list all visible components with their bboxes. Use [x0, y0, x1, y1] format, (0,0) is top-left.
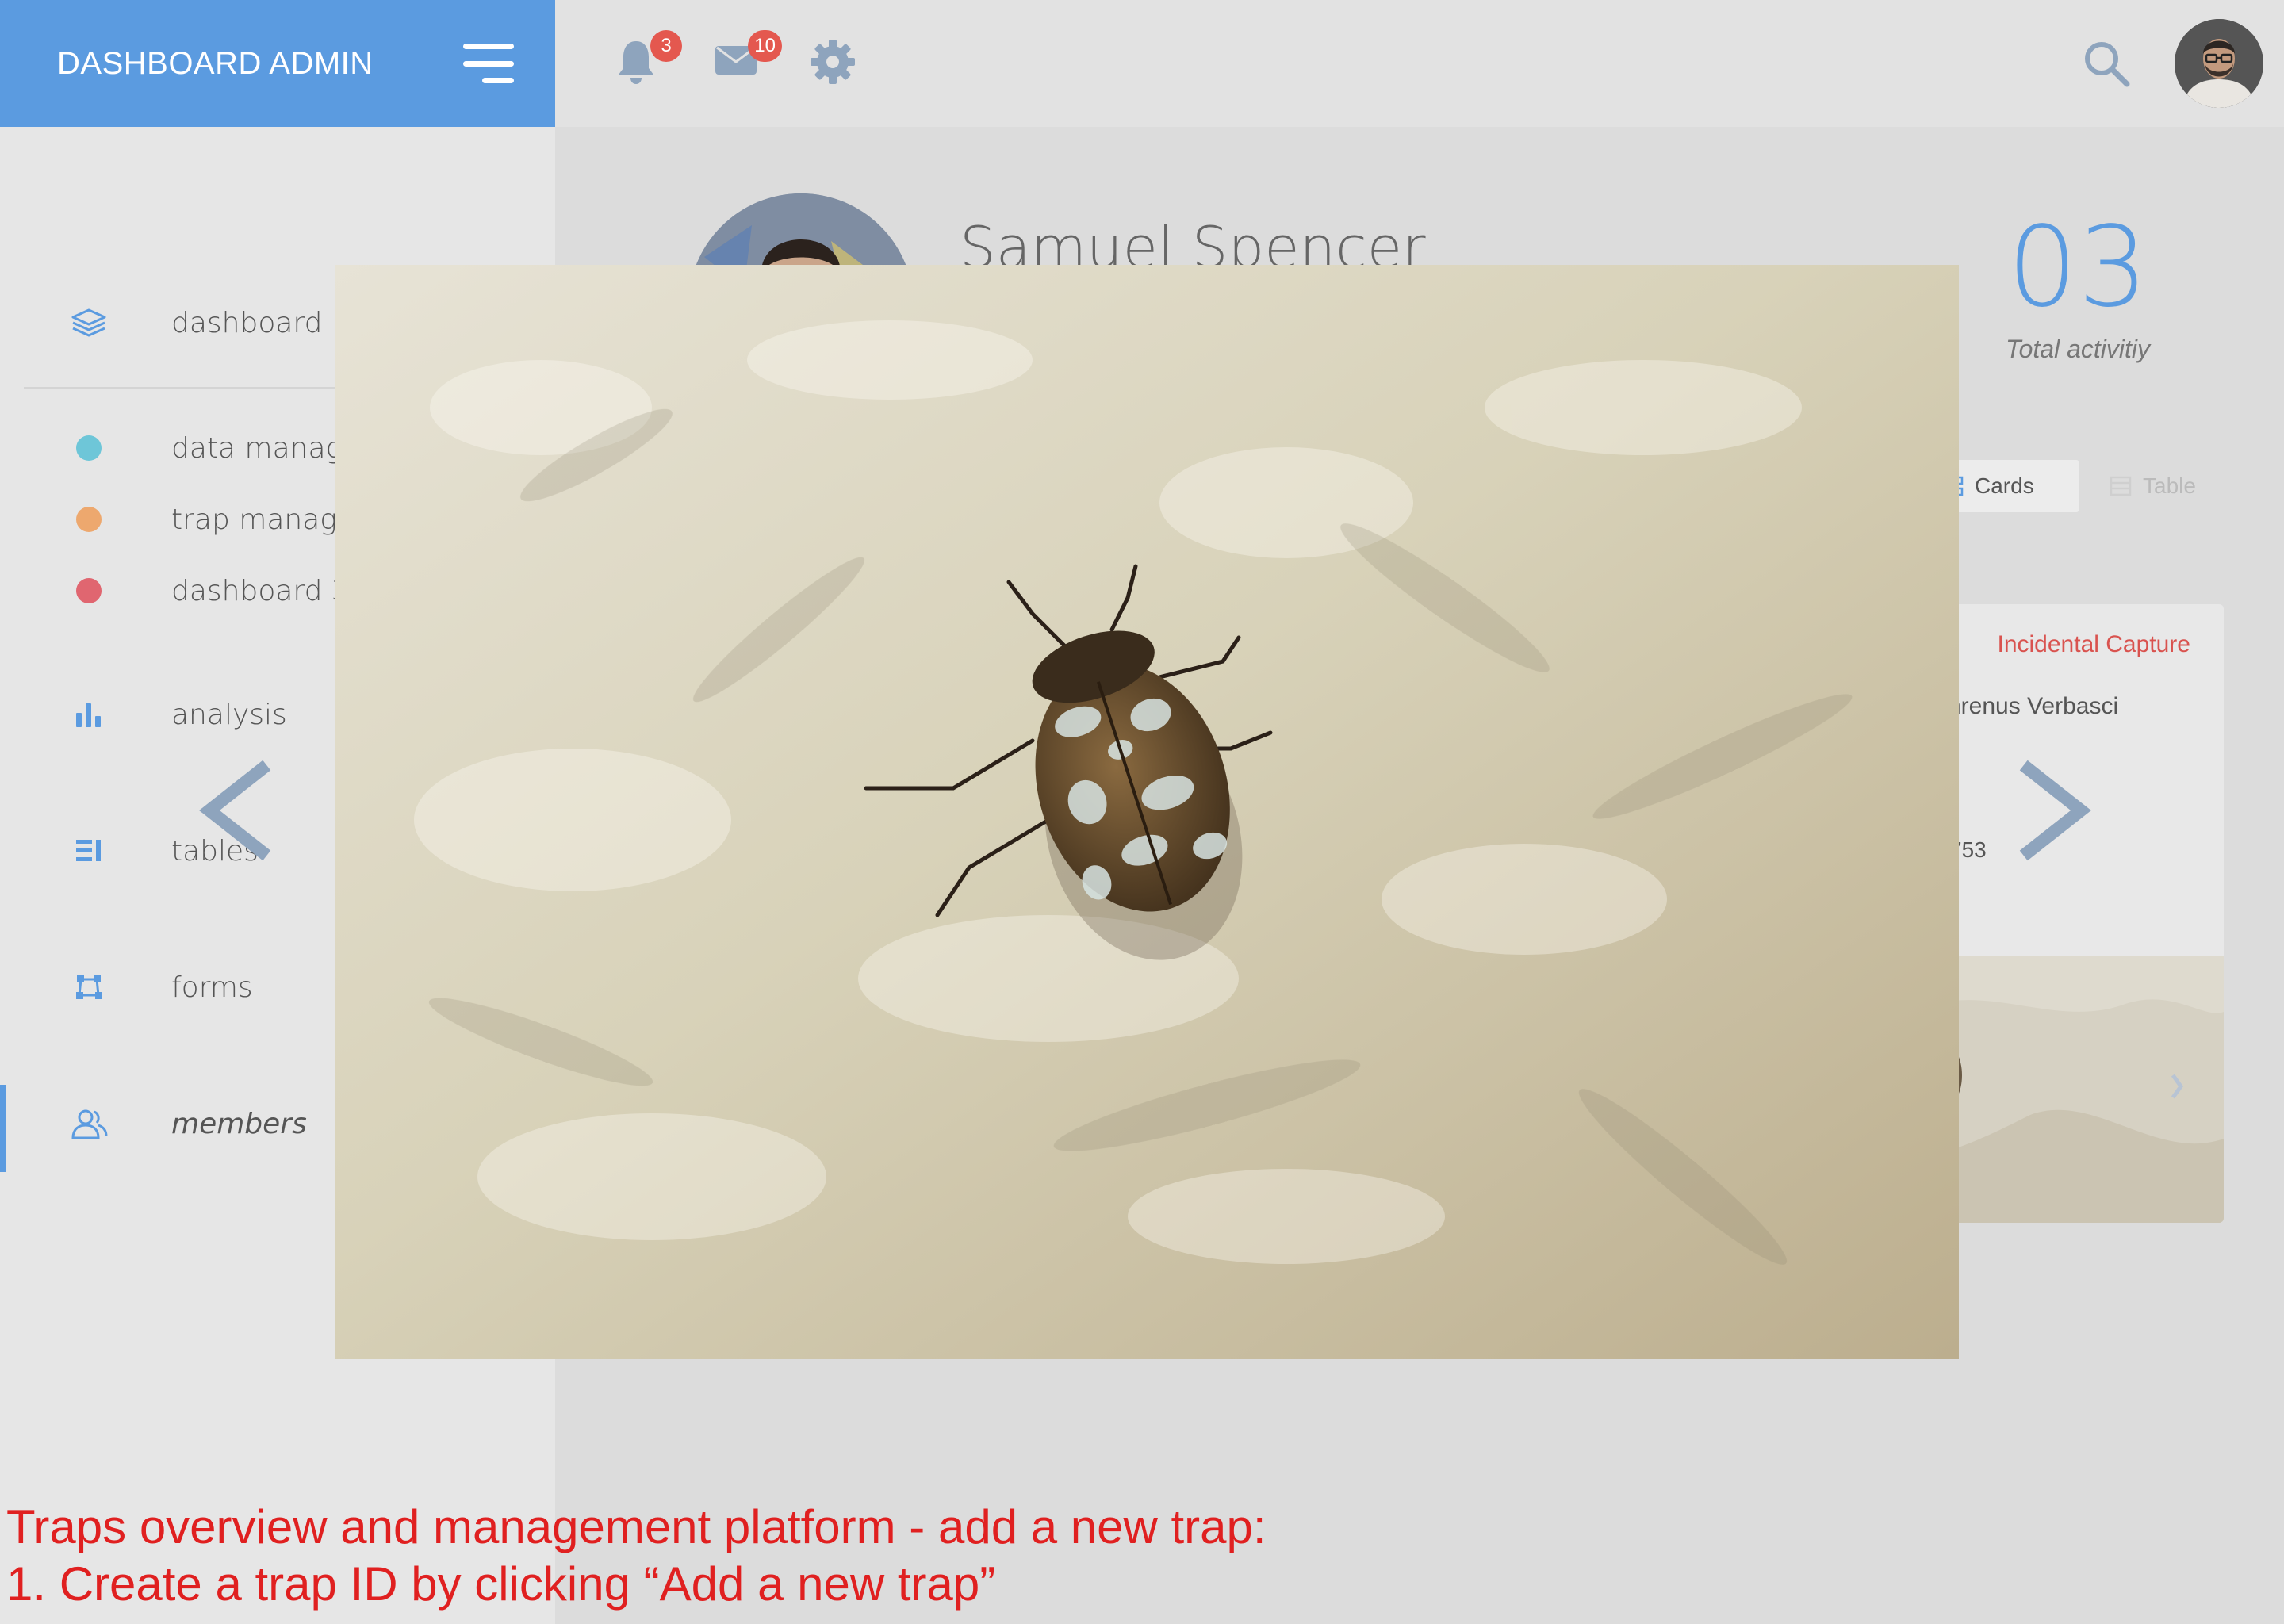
user-avatar[interactable] — [2175, 19, 2263, 108]
status-dot-icon — [76, 578, 102, 603]
hamburger-menu-icon[interactable] — [463, 44, 514, 83]
messages-badge: 10 — [748, 30, 782, 62]
search-button[interactable] — [2081, 38, 2132, 89]
capture-type-tag: Incidental Capture — [1997, 631, 2191, 657]
sidebar-item-label: trap manage — [171, 503, 355, 536]
total-activity-label: Total activitiy — [2006, 335, 2150, 363]
lightbox-image[interactable] — [335, 265, 1959, 1359]
brand-header: DASHBOARD ADMIN — [0, 0, 555, 127]
status-dot-icon — [76, 507, 102, 532]
brand-title: DASHBOARD ADMIN — [57, 45, 374, 81]
caption-line-1: Traps overview and management platform -… — [6, 1500, 1267, 1553]
layers-icon — [67, 301, 111, 345]
sidebar-item-label: members — [171, 1107, 307, 1140]
total-activity-value: 03 — [2006, 203, 2149, 332]
list-icon — [67, 829, 111, 873]
next-image-button[interactable] — [2013, 760, 2100, 863]
table-view-label: Table — [2143, 473, 2196, 498]
chevron-right-icon — [2019, 760, 2091, 861]
cards-view-label: Cards — [1975, 473, 2034, 498]
vector-shape-icon — [67, 965, 111, 1009]
species-name: nrenus Verbasci — [1948, 693, 2119, 719]
record-thumbnail[interactable] — [1935, 956, 2224, 1223]
caption-line-2: 1. Create a trap ID by clicking “Add a n… — [6, 1557, 996, 1611]
status-dot-icon — [76, 435, 102, 461]
search-icon — [2085, 42, 2130, 87]
sidebar-item-label: forms — [171, 971, 253, 1004]
record-card[interactable]: Incidental Capture nrenus Verbasci 753 — [1935, 604, 2224, 1223]
sidebar-item-label: analysis — [171, 698, 287, 731]
sidebar-item-label: data manage — [171, 431, 361, 465]
previous-image-button[interactable] — [190, 760, 278, 863]
view-toggle: Cards Table — [1919, 460, 2236, 515]
bar-chart-icon — [67, 692, 111, 737]
notifications-badge: 3 — [650, 30, 682, 62]
users-icon — [67, 1101, 111, 1146]
sidebar-item-label: dashboard — [171, 306, 323, 339]
chevron-left-icon — [199, 760, 271, 861]
instruction-caption: Traps overview and management platform -… — [6, 1499, 1267, 1613]
settings-button[interactable] — [809, 38, 860, 89]
gear-icon — [811, 40, 855, 84]
notifications-button[interactable]: 3 — [614, 30, 682, 89]
active-indicator — [0, 1085, 6, 1172]
table-view-button[interactable]: Table — [2086, 460, 2228, 512]
sidebar-item-label: dashboard 3 — [171, 574, 350, 607]
messages-button[interactable]: 10 — [714, 30, 782, 89]
top-bar: 3 10 — [555, 0, 2284, 127]
table-icon — [2110, 476, 2132, 496]
